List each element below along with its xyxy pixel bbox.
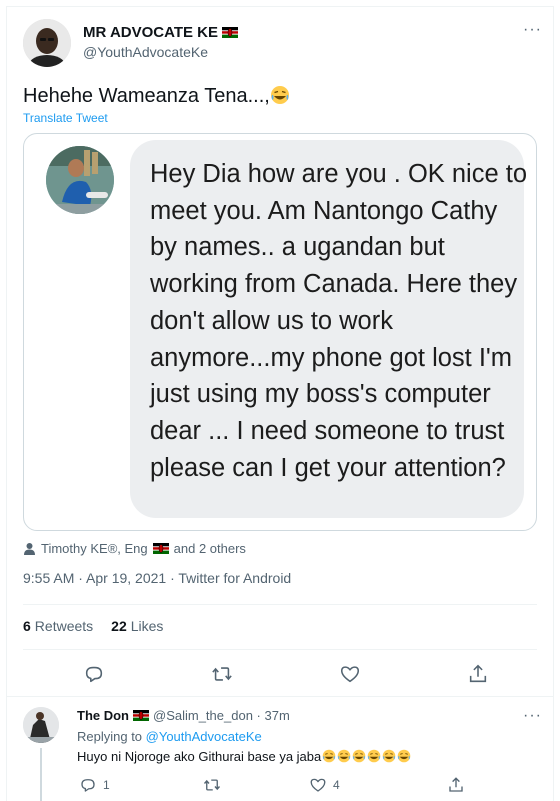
sender-profile-photo xyxy=(46,146,114,214)
divider xyxy=(23,649,537,650)
divider xyxy=(7,696,553,697)
tag-person-icon xyxy=(24,543,35,555)
retweets-stat[interactable]: 6 Retweets xyxy=(23,618,93,634)
laughing-emoji-icon xyxy=(367,749,381,763)
laughing-emoji-icon xyxy=(270,86,289,104)
kenya-flag-icon xyxy=(133,710,149,721)
translate-tweet-link[interactable]: Translate Tweet xyxy=(23,111,108,125)
likes-stat[interactable]: 22 Likes xyxy=(111,618,163,634)
reply-text: Huyo ni Njoroge ako Githurai base ya jab… xyxy=(77,749,411,764)
divider xyxy=(23,604,537,605)
reply-like-button[interactable]: 4 xyxy=(309,775,340,795)
like-icon[interactable] xyxy=(339,663,361,685)
author-avatar[interactable] xyxy=(23,19,71,67)
tweet-text: Hehehe Wameanza Tena..., xyxy=(23,83,290,109)
tweet-stats: 6 Retweets 22 Likes xyxy=(23,618,163,634)
author-name[interactable]: MR ADVOCATE KE xyxy=(83,24,238,41)
replying-to-link[interactable]: @YouthAdvocateKe xyxy=(146,729,262,744)
tweet-action-bar xyxy=(23,655,537,695)
laughing-emoji-icon xyxy=(382,749,396,763)
tagged-users[interactable]: Timothy KE®, Eng and 2 others xyxy=(23,541,246,556)
retweet-icon[interactable] xyxy=(211,663,233,685)
reply-icon[interactable] xyxy=(83,663,105,685)
kenya-flag-icon xyxy=(152,543,169,554)
laughing-emoji-row xyxy=(321,749,411,764)
share-icon xyxy=(449,777,463,792)
reply-author[interactable]: The Don @Salim_the_don · 37m xyxy=(77,708,290,723)
like-icon xyxy=(310,778,326,792)
chat-message-text: Hey Dia how are you . OK nice to meet yo… xyxy=(150,160,528,482)
laughing-emoji-icon xyxy=(397,749,411,763)
share-icon[interactable] xyxy=(467,663,489,685)
laughing-emoji-icon xyxy=(352,749,366,763)
thread-line xyxy=(40,748,42,801)
kenya-flag-icon xyxy=(222,27,238,38)
reply-share-button[interactable] xyxy=(447,775,465,795)
reply-more-options-icon[interactable]: ··· xyxy=(523,707,542,725)
laughing-emoji-icon xyxy=(322,749,336,763)
replying-to: Replying to @YouthAdvocateKe xyxy=(77,729,262,744)
tweet-media-image[interactable]: Hey Dia how are you . OK nice to meet yo… xyxy=(23,133,537,531)
tweet-timestamp[interactable]: 9:55 AM · Apr 19, 2021 · Twitter for And… xyxy=(23,570,291,586)
tweet-detail-panel: MR ADVOCATE KE @YouthAdvocateKe ··· Hehe… xyxy=(6,6,554,801)
retweet-icon xyxy=(203,779,221,791)
author-handle[interactable]: @YouthAdvocateKe xyxy=(83,44,208,60)
more-options-icon[interactable]: ··· xyxy=(523,21,542,39)
reply-author-avatar[interactable] xyxy=(23,707,59,743)
reply-icon xyxy=(81,779,95,792)
reply-retweet-button[interactable] xyxy=(203,775,221,795)
reply-author-handle[interactable]: @Salim_the_don · 37m xyxy=(153,708,290,723)
laughing-emoji-icon xyxy=(337,749,351,763)
reply-reply-button[interactable]: 1 xyxy=(79,775,110,795)
